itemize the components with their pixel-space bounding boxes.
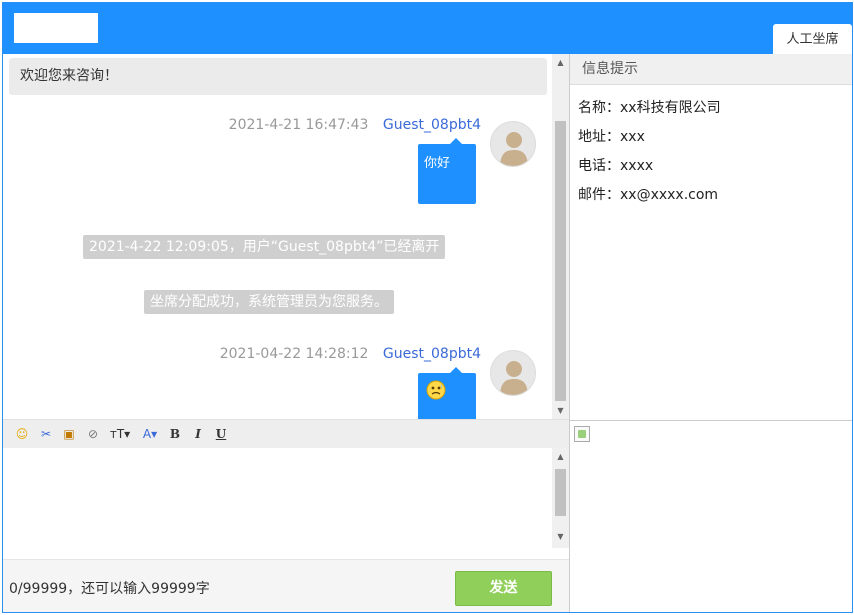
info-panel-title: 信息提示 bbox=[570, 54, 852, 85]
bold-icon[interactable]: B bbox=[167, 425, 183, 444]
message-text: 你好 bbox=[424, 156, 451, 171]
scroll-down-icon[interactable]: ▼ bbox=[552, 402, 569, 419]
info-panel: 信息提示 名称：xx科技有限公司 地址：xxx 电话：xxxx 邮件：xx@xx… bbox=[569, 54, 852, 612]
divider bbox=[570, 420, 852, 421]
font-color-icon[interactable]: A▾ bbox=[139, 425, 161, 444]
chat-window: 人工坐席 欢迎您来咨询！ 2021-4-21 16:47:43 Guest_08… bbox=[2, 2, 853, 613]
attachment-icon[interactable]: ⊘ bbox=[84, 425, 102, 444]
message-time: 2021-04-22 14:28:12 bbox=[219, 346, 369, 362]
scroll-thumb[interactable] bbox=[555, 121, 566, 401]
message-meta: 2021-4-21 16:47:43 Guest_08pbt4 bbox=[229, 117, 481, 133]
editor-toolbar: ☺ ✂ ▣ ⊘ тT▾ A▾ B I U bbox=[3, 419, 569, 448]
avatar bbox=[490, 121, 536, 167]
system-note: 2021-4-22 12:09:05，用户“Guest_08pbt4”已经离开 bbox=[83, 235, 446, 259]
message-user[interactable]: Guest_08pbt4 bbox=[383, 117, 481, 133]
tab-agent[interactable]: 人工坐席 bbox=[773, 24, 852, 54]
message-user[interactable]: Guest_08pbt4 bbox=[383, 346, 481, 362]
send-button[interactable]: 发送 bbox=[455, 571, 552, 606]
scroll-up-icon[interactable]: ▲ bbox=[552, 448, 569, 465]
scissors-icon[interactable]: ✂ bbox=[37, 425, 55, 444]
font-size-icon[interactable]: тT▾ bbox=[107, 425, 133, 444]
scroll-down-icon[interactable]: ▼ bbox=[552, 528, 569, 545]
chat-messages: 欢迎您来咨询！ 2021-4-21 16:47:43 Guest_08pbt4 … bbox=[3, 54, 569, 419]
info-address: 地址：xxx bbox=[578, 129, 645, 145]
underline-icon[interactable]: U bbox=[213, 425, 229, 444]
smiley-sweat-icon bbox=[426, 380, 446, 400]
system-note: 坐席分配成功，系统管理员为您服务。 bbox=[144, 290, 394, 314]
emoji-icon[interactable]: ☺ bbox=[13, 425, 31, 444]
avatar bbox=[490, 350, 536, 396]
info-email: 邮件：xx@xxxx.com bbox=[578, 187, 719, 203]
message-bubble: 你好 bbox=[418, 138, 476, 204]
image-icon[interactable]: ▣ bbox=[60, 425, 78, 444]
header-bar: 人工坐席 bbox=[3, 3, 852, 54]
message-meta: 2021-04-22 14:28:12 Guest_08pbt4 bbox=[220, 346, 481, 362]
welcome-message: 欢迎您来咨询！ bbox=[9, 58, 547, 95]
message-input[interactable] bbox=[3, 448, 552, 548]
char-counter: 0/99999，还可以输入99999字 bbox=[9, 581, 210, 597]
message-bubble bbox=[418, 367, 476, 419]
message-input-area: ▲ ▼ bbox=[3, 448, 569, 559]
footer-bar: 0/99999，还可以输入99999字 发送 bbox=[3, 559, 569, 612]
chat-scrollbar[interactable]: ▲ ▼ bbox=[552, 54, 569, 419]
message-time: 2021-4-21 16:47:43 bbox=[228, 117, 369, 133]
broken-image-icon bbox=[574, 426, 590, 442]
italic-icon[interactable]: I bbox=[190, 425, 206, 444]
scroll-thumb[interactable] bbox=[555, 469, 566, 516]
info-phone: 电话：xxxx bbox=[578, 158, 654, 174]
input-scrollbar[interactable]: ▲ ▼ bbox=[552, 448, 569, 548]
scroll-up-icon[interactable]: ▲ bbox=[552, 54, 569, 71]
logo bbox=[14, 13, 98, 43]
info-name: 名称：xx科技有限公司 bbox=[578, 100, 721, 116]
